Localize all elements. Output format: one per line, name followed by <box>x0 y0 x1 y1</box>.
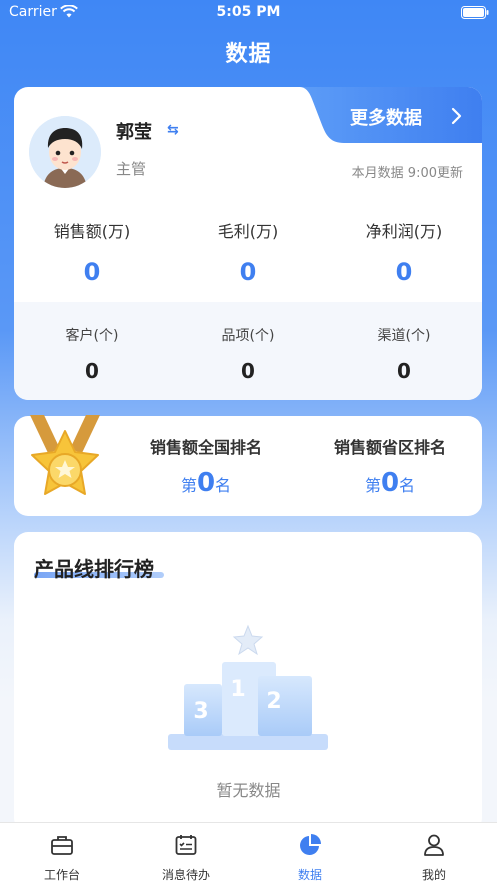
tab-label: 数据 <box>297 868 322 882</box>
stat-value: 0 <box>83 258 101 286</box>
avatar <box>29 116 101 188</box>
stat-value: 0 <box>239 258 257 286</box>
rank-label: 销售额省区排名 <box>333 438 446 457</box>
svg-text:2: 2 <box>266 689 281 714</box>
tab-messages[interactable]: 消息待办 <box>124 823 248 883</box>
switch-icon[interactable]: ⇆ <box>167 122 179 138</box>
chevron-right-icon[interactable] <box>451 107 463 129</box>
empty-podium-icon: 3 1 2 <box>164 622 332 758</box>
todo-list-icon <box>174 833 198 857</box>
rank-prefix: 第 <box>364 476 381 495</box>
sub-stat-label: 渠道(个) <box>377 328 431 344</box>
sub-stat-customers[interactable]: 客户(个) 0 <box>14 325 170 383</box>
sub-stat-label: 品项(个) <box>221 328 275 344</box>
tab-label: 消息待办 <box>161 868 210 882</box>
rank-suffix: 名 <box>215 476 232 495</box>
rank-province[interactable]: 销售额省区排名 第0名 <box>310 434 470 498</box>
stat-sales[interactable]: 销售额(万) 0 <box>14 218 170 286</box>
person-icon <box>422 833 446 857</box>
tab-bar: 工作台 消息待办 数据 我的 <box>0 822 497 883</box>
empty-state-text: 暂无数据 <box>216 781 281 800</box>
battery-icon <box>461 6 489 23</box>
stat-value: 0 <box>395 258 413 286</box>
rank-prefix: 第 <box>180 476 197 495</box>
stat-label: 毛利(万) <box>217 222 279 241</box>
rank-value: 0 <box>380 468 400 498</box>
sub-stat-items[interactable]: 品项(个) 0 <box>170 325 326 383</box>
tab-mine[interactable]: 我的 <box>372 823 496 883</box>
tab-label: 我的 <box>421 868 446 882</box>
medal-icon <box>24 415 106 511</box>
rank-suffix: 名 <box>399 476 416 495</box>
update-note: 本月数据 9:00更新 <box>351 166 463 181</box>
rank-national[interactable]: 销售额全国排名 第0名 <box>126 434 286 498</box>
user-role: 主管 <box>116 160 147 178</box>
sub-stat-value: 0 <box>397 359 411 383</box>
stat-label: 净利润(万) <box>365 222 443 241</box>
stat-label: 销售额(万) <box>53 222 131 241</box>
svg-text:1: 1 <box>230 677 245 702</box>
more-data-button[interactable]: 更多数据 <box>350 104 422 130</box>
tab-workbench[interactable]: 工作台 <box>0 823 124 883</box>
rank-value: 0 <box>196 468 216 498</box>
user-name: 郭莹 <box>116 122 152 143</box>
stat-gross-profit[interactable]: 毛利(万) 0 <box>170 218 326 286</box>
tab-label: 工作台 <box>43 868 80 882</box>
svg-text:3: 3 <box>193 699 208 724</box>
rank-label: 销售额全国排名 <box>149 438 262 457</box>
sub-stat-value: 0 <box>241 359 255 383</box>
pie-chart-icon <box>298 833 322 857</box>
sub-stat-value: 0 <box>85 359 99 383</box>
status-bar: Carrier 5:05 PM <box>0 0 497 26</box>
stat-net-profit[interactable]: 净利润(万) 0 <box>326 218 482 286</box>
tab-data[interactable]: 数据 <box>248 823 372 883</box>
page-title: 数据 <box>225 42 272 67</box>
sub-stat-channels[interactable]: 渠道(个) 0 <box>326 325 482 383</box>
sub-stat-label: 客户(个) <box>65 328 119 344</box>
clock: 5:05 PM <box>216 4 281 20</box>
product-ranking-title: 产品线排行榜 <box>34 557 154 581</box>
briefcase-icon <box>50 833 74 857</box>
